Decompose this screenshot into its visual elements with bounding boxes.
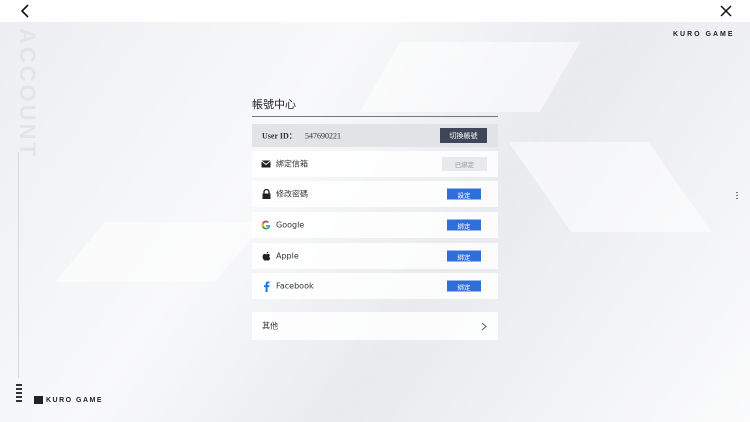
bind-apple-row: Apple 綁定 [252, 243, 498, 269]
title-underline [252, 116, 498, 117]
close-button[interactable] [717, 2, 735, 20]
other-settings-row[interactable]: 其他 [252, 312, 498, 340]
side-divider [18, 152, 19, 378]
bind-email-label: 綁定信箱 [276, 159, 308, 169]
brand-name: KURO GAME [46, 396, 104, 404]
email-bound-status: 已綁定 [442, 157, 487, 171]
google-icon [261, 220, 271, 230]
bind-google-button[interactable]: 綁定 [447, 219, 481, 231]
chevron-left-icon [20, 4, 29, 18]
side-title-watermark: ACCOUNT [15, 28, 40, 159]
bind-facebook-row: Facebook 綁定 [252, 273, 498, 299]
user-id-value: 547690221 [305, 131, 341, 140]
bind-facebook-label: Facebook [276, 281, 314, 291]
bind-google-label: Google [276, 220, 305, 230]
close-icon [720, 5, 732, 17]
bind-apple-button[interactable]: 綁定 [447, 250, 481, 262]
user-id-label: User ID： [262, 131, 297, 140]
facebook-icon [261, 281, 271, 292]
kuro-logo-icon [34, 396, 43, 404]
user-id-row: User ID： 547690221 切換帳號 [252, 124, 498, 147]
switch-account-button[interactable]: 切換帳號 [440, 128, 487, 143]
brand-logo-top: KURO GAME [673, 31, 735, 38]
bind-google-row: Google 綁定 [252, 212, 498, 238]
page-title: 帳號中心 [252, 98, 296, 111]
chevron-right-icon [479, 321, 489, 331]
bind-email-row: 綁定信箱 已綁定 [252, 151, 498, 177]
change-password-label: 修改密碼 [276, 189, 308, 199]
top-bar [0, 0, 750, 22]
bind-apple-label: Apple [276, 251, 299, 261]
brand-logo-bottom: KURO GAME [34, 396, 103, 404]
set-password-button[interactable]: 設定 [447, 188, 481, 200]
bind-facebook-button[interactable]: 綁定 [447, 280, 481, 292]
mail-icon [261, 159, 271, 169]
lock-icon [261, 189, 271, 199]
change-password-row: 修改密碼 設定 [252, 181, 498, 207]
back-button[interactable] [16, 2, 34, 20]
right-edge-handle [736, 192, 738, 200]
side-decoration [16, 384, 22, 404]
apple-icon [261, 251, 271, 261]
other-label: 其他 [262, 321, 278, 331]
